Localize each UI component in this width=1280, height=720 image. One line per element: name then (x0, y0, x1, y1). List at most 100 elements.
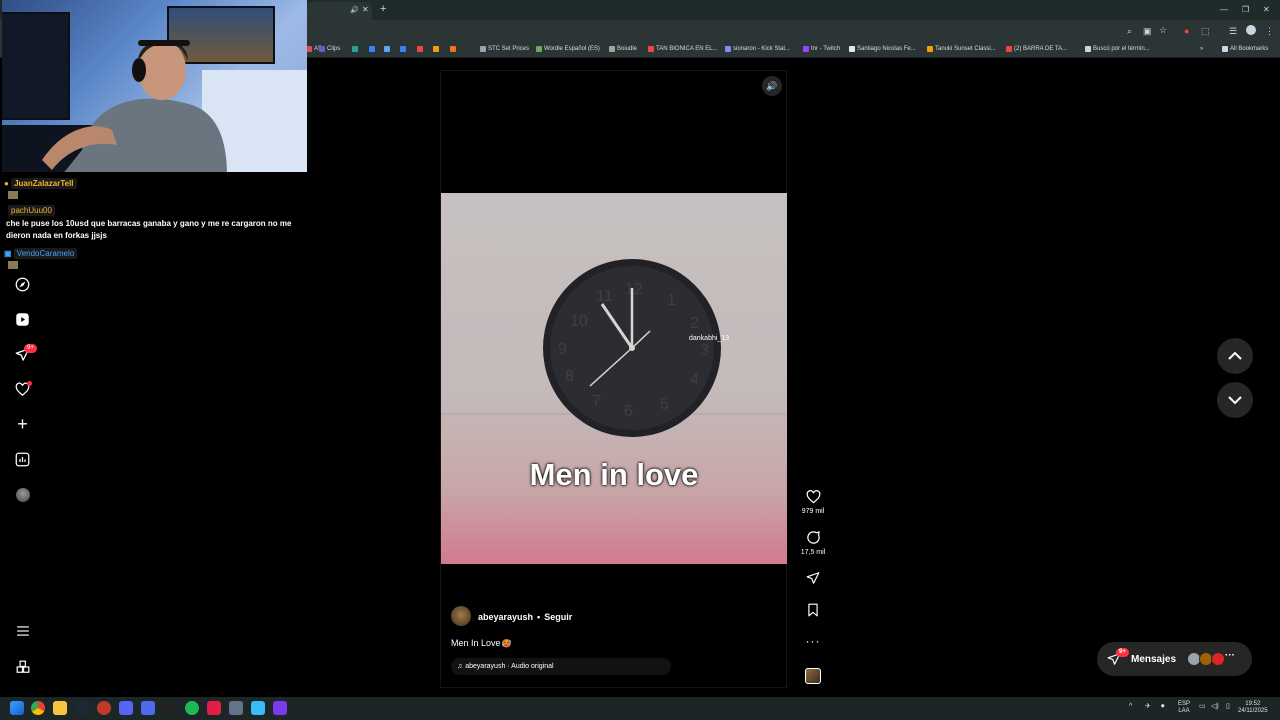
chrome-icon[interactable] (31, 701, 45, 715)
volume-icon[interactable]: ◁) (1211, 703, 1219, 710)
app-icon[interactable] (97, 701, 111, 715)
tab-close-icon[interactable]: ✕ (362, 5, 369, 14)
close-window-icon[interactable]: ✕ (1263, 5, 1270, 14)
author-avatar[interactable] (451, 606, 471, 626)
app-icon[interactable] (251, 701, 265, 715)
discord-icon[interactable] (119, 701, 133, 715)
tagged-user-label[interactable]: dankabhi_13 (689, 335, 729, 342)
new-tab-button[interactable]: + (380, 3, 386, 15)
bookmark-item[interactable]: (2) BARRA DE TA... (1006, 46, 1067, 52)
bookmark-item[interactable] (352, 46, 360, 52)
tray-app-icon[interactable]: ✈ (1145, 703, 1151, 710)
reel-caption: Men In Love🥵 (451, 638, 512, 648)
profile-avatar[interactable] (13, 485, 32, 504)
spotify-icon[interactable] (185, 701, 199, 715)
app-icon[interactable] (141, 701, 155, 715)
cast-icon[interactable]: ▣ (1143, 26, 1152, 37)
bookmark-item[interactable]: tnr - Twitch (803, 46, 840, 52)
extensions-puzzle-icon[interactable]: ⬚ (1201, 26, 1210, 37)
bookmark-item[interactable]: Wordle Español (ES) (536, 46, 600, 52)
reels-icon[interactable] (13, 310, 32, 329)
bookmark-item[interactable]: Tanuki Sunset Classi... (927, 46, 996, 52)
bookmark-item[interactable]: Buscó por el términ... (1085, 46, 1150, 52)
next-reel-button[interactable] (1217, 382, 1253, 418)
notifications-heart-icon[interactable] (13, 380, 32, 399)
search-icon[interactable]: ⌕ (1127, 26, 1132, 37)
file-explorer-icon[interactable] (53, 701, 67, 715)
bookmark-item[interactable]: TAN BIONICA EN EL... (648, 46, 718, 52)
more-menu-icon[interactable] (13, 621, 32, 640)
tab-audio-icon[interactable]: 🔊 (350, 6, 359, 14)
extension-icon[interactable]: ● (1184, 26, 1189, 36)
more-options-icon[interactable]: ··· (800, 634, 826, 648)
active-tab[interactable]: 🔊 ✕ (306, 2, 372, 20)
previous-reel-button[interactable] (1217, 338, 1253, 374)
share-icon[interactable] (800, 571, 826, 585)
audio-track-pill[interactable]: ♫ abeyarayush · Audio original (451, 658, 671, 675)
chat-username: VendoCaramelo (13, 248, 78, 259)
all-bookmarks[interactable]: All Bookmarks (1222, 46, 1268, 52)
star-icon[interactable]: ☆ (1159, 25, 1167, 36)
bookmark-item[interactable]: STC Set Prices (480, 46, 529, 52)
chat-message: che le puse los 10usd que barracas ganab… (6, 219, 292, 240)
audio-toggle-icon[interactable]: 🔊 (762, 76, 782, 96)
like-count: 979 mil (801, 508, 825, 515)
clock[interactable]: 19:52 24/11/2025 (1238, 701, 1268, 715)
comment-icon (806, 531, 820, 544)
bookmark-item[interactable]: Boiudle (609, 46, 637, 52)
tray-mic-icon[interactable]: ⏺ (1161, 703, 1165, 710)
menu-icon[interactable]: ☰ (1229, 26, 1237, 37)
bookmark-favicon-icon (536, 46, 542, 52)
steam-icon[interactable] (75, 701, 89, 715)
restore-icon[interactable]: ❐ (1242, 5, 1249, 14)
battery-icon[interactable]: ▯ (1226, 703, 1230, 710)
bookmark-item[interactable]: Clips (319, 46, 340, 52)
network-icon[interactable]: ▭ (1199, 703, 1206, 710)
webcam-overlay (2, 0, 307, 172)
explore-icon[interactable] (13, 275, 32, 294)
also-from-meta-icon[interactable] (13, 657, 32, 676)
bookmark-item[interactable] (400, 46, 408, 52)
bookmark-item[interactable] (433, 46, 441, 52)
bookmark-favicon-icon (433, 46, 439, 52)
bookmark-item[interactable] (450, 46, 458, 52)
kebab-menu-icon[interactable]: ⋮ (1265, 26, 1274, 37)
app-icon[interactable] (163, 701, 177, 715)
author-username[interactable]: abeyarayush (478, 612, 533, 622)
comment-action[interactable]: 17,5 mil (800, 530, 826, 556)
bookmark-item[interactable]: Santiago Nicolas Fe... (849, 46, 916, 52)
bookmark-item[interactable]: sionaron - Kick Stat... (725, 46, 790, 52)
direct-messages-icon[interactable]: 9+ (13, 344, 37, 364)
dashboard-icon[interactable] (13, 450, 32, 469)
clock-image: 12 12 34 5 6 7 8 910 11 (543, 259, 721, 437)
profile-avatar[interactable] (1246, 25, 1256, 35)
app-icon[interactable] (273, 701, 287, 715)
svg-text:7: 7 (592, 393, 601, 410)
app-icon[interactable] (207, 701, 221, 715)
save-bookmark-icon[interactable] (800, 603, 826, 617)
audio-thumbnail[interactable] (805, 668, 821, 684)
reel-video[interactable]: 12 1 2 34 5 6 7 8 9 10 11 dankabhi_13 Men in lo… (441, 193, 787, 564)
like-action[interactable]: 979 mil (800, 490, 826, 515)
keyboard-language[interactable]: ESP LAA (1178, 701, 1190, 715)
follow-button[interactable]: Seguir (544, 612, 572, 622)
app-icon[interactable] (229, 701, 243, 715)
separator-dot: • (537, 612, 541, 622)
bookmarks-overflow-icon[interactable]: » (1200, 46, 1203, 52)
svg-text:8: 8 (565, 368, 574, 385)
bookmark-item[interactable] (384, 46, 392, 52)
tray-chevron-icon[interactable]: ^ (1129, 703, 1132, 710)
create-plus-icon[interactable]: + (13, 414, 32, 434)
comment-count: 17,5 mil (800, 549, 826, 556)
bookmark-item[interactable] (369, 46, 377, 52)
bookmark-favicon-icon (1006, 46, 1012, 52)
bookmark-favicon-icon (352, 46, 358, 52)
chat-badge-icon: ● (4, 179, 9, 188)
minimize-icon[interactable]: — (1220, 5, 1228, 14)
audio-track-label: abeyarayush · Audio original (465, 663, 554, 670)
chevron-down-icon (1228, 396, 1242, 405)
windows-start-icon[interactable] (10, 701, 24, 715)
bookmark-item[interactable] (417, 46, 425, 52)
messages-widget[interactable]: 9+ Mensajes ··· (1097, 642, 1252, 676)
caption-emoji: 🥵 (501, 639, 512, 648)
